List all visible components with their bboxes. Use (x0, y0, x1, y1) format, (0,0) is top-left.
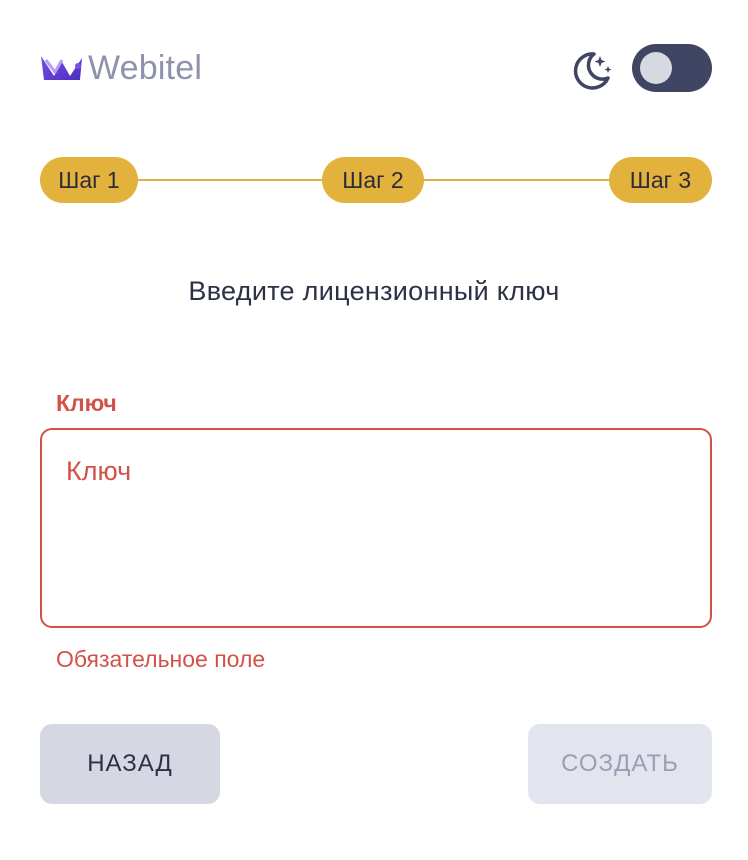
step-2: Шаг 2 (322, 157, 424, 203)
key-field-container (40, 428, 712, 628)
license-step-page: Webitel Шаг 1 Шаг 2 Шаг 3 Введите лиценз… (0, 0, 748, 860)
create-button[interactable]: Создать (528, 724, 712, 804)
key-input[interactable] (42, 430, 710, 626)
key-field-error: Обязательное поле (56, 646, 266, 672)
page-title: Введите лицензионный ключ (188, 276, 560, 306)
back-button[interactable]: Назад (40, 724, 220, 804)
key-field-label: Ключ (56, 390, 117, 416)
moon-stars-icon[interactable] (570, 48, 614, 92)
theme-toggle-knob (640, 52, 672, 84)
theme-toggle[interactable] (632, 44, 712, 92)
logo-text: Webitel (88, 49, 203, 87)
webitel-logo: Webitel (40, 50, 202, 86)
step-3: Шаг 3 (609, 157, 712, 203)
step-1: Шаг 1 (40, 157, 138, 203)
webitel-logo-icon (41, 56, 82, 80)
